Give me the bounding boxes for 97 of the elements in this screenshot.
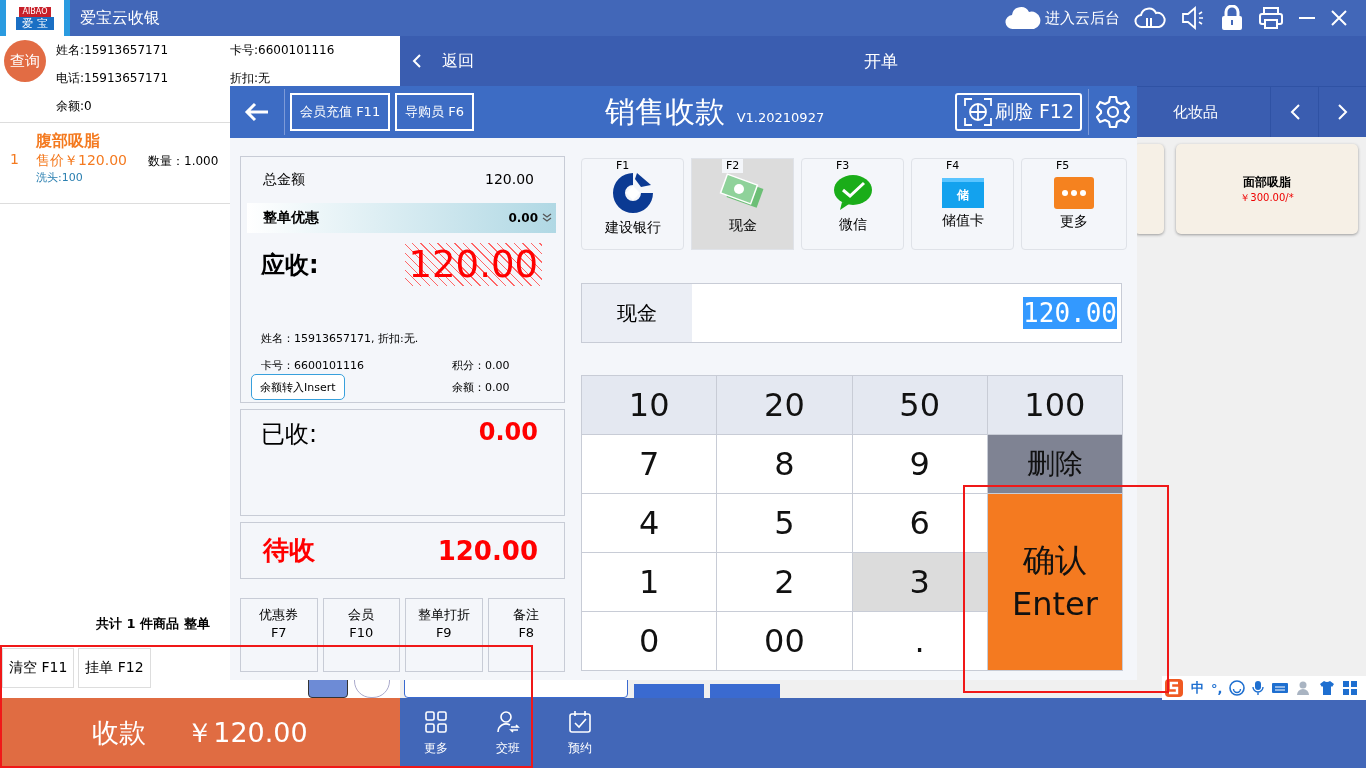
item-number: 1: [9, 150, 20, 169]
number-key[interactable]: 6: [852, 494, 988, 553]
more-nav-item[interactable]: 更多: [400, 698, 472, 768]
member-name: 姓名:15913657171: [56, 41, 170, 59]
settings-icon[interactable]: [1095, 94, 1131, 130]
microphone-icon[interactable]: [1252, 680, 1265, 696]
booking-nav-item[interactable]: 预约: [544, 698, 616, 768]
member-balance: 余额:0: [56, 97, 93, 115]
number-key[interactable]: 4: [582, 494, 718, 553]
card-number: 卡号：6600101116: [261, 357, 364, 373]
dialog-title: 销售收款: [604, 92, 725, 131]
close-icon[interactable]: [1330, 9, 1348, 27]
received-label: 已收:: [261, 419, 318, 450]
punctuation-mode[interactable]: °,: [1211, 680, 1223, 696]
points: 积分：0.00: [452, 357, 511, 373]
cloud-backend-link[interactable]: 进入云后台: [1005, 5, 1120, 31]
chevron-right-icon: [1336, 103, 1349, 121]
chevron-left-icon: [1288, 103, 1301, 121]
app-logo: AIBAO 爱 宝: [0, 0, 70, 36]
page-title: 开单: [864, 49, 898, 73]
item-quantity: 数量：1.000: [148, 153, 219, 170]
total-amount: 120.00: [485, 171, 534, 189]
discount-label: 整单优惠: [263, 209, 320, 227]
number-key[interactable]: 8: [717, 435, 853, 494]
version-label: V1.20210927: [736, 109, 825, 125]
back-arrow-icon: [244, 102, 270, 122]
smiley-icon[interactable]: [1229, 680, 1246, 696]
payment-method[interactable]: F4 储 储值卡: [911, 158, 1014, 250]
payment-method[interactable]: F1 建设银行: [581, 158, 684, 250]
number-key[interactable]: 1: [582, 553, 718, 612]
number-key[interactable]: 00: [717, 612, 853, 671]
amount-key[interactable]: 100: [987, 376, 1123, 435]
confirm-button[interactable]: 确认 Enter: [987, 494, 1123, 671]
amount-key[interactable]: 10: [582, 376, 718, 435]
lock-icon[interactable]: [1220, 5, 1244, 31]
language-mode[interactable]: 中: [1191, 679, 1204, 697]
user-swap-icon: [496, 709, 520, 734]
bank-logo-icon: [610, 171, 655, 215]
action-button[interactable]: 优惠券 F7: [240, 598, 318, 672]
item-note: 洗头:100: [36, 170, 84, 185]
number-key[interactable]: 7: [582, 435, 718, 494]
balance: 余额：0.00: [452, 379, 511, 395]
card-number: 卡号:6600101116: [230, 41, 336, 59]
hold-order-button[interactable]: 挂单 F12: [78, 648, 151, 688]
speaker-icon[interactable]: [1180, 6, 1206, 30]
clear-button[interactable]: 清空 F11: [2, 648, 75, 688]
amount-key[interactable]: 20: [717, 376, 853, 435]
number-key[interactable]: .: [852, 612, 988, 671]
cart-summary: 共计 1 件商品 整单: [96, 615, 210, 633]
member-recharge-button[interactable]: 会员充值 F11: [290, 93, 391, 131]
payment-method[interactable]: F3 微信: [801, 158, 904, 250]
amount-due-label: 应收:: [261, 249, 319, 281]
input-method-logo-icon[interactable]: [1164, 678, 1184, 698]
chevron-left-icon: [412, 53, 422, 69]
order-discount-bar[interactable]: 整单优惠 0.00: [247, 203, 556, 233]
more-dots-icon: [1054, 177, 1094, 209]
number-key[interactable]: 5: [717, 494, 853, 553]
member-info: 姓名：15913657171, 折扣:无.: [260, 331, 420, 346]
action-button[interactable]: 整单打折 F9: [405, 598, 483, 672]
number-key[interactable]: 3: [852, 553, 988, 612]
face-scan-icon: [962, 97, 993, 127]
member-phone: 电话:15913657171: [56, 69, 170, 87]
amount-key[interactable]: 50: [852, 376, 988, 435]
shift-nav-item[interactable]: 交班: [472, 698, 544, 768]
member-discount: 折扣:无: [230, 69, 272, 87]
number-key[interactable]: 9: [852, 435, 988, 494]
payment-method[interactable]: F2 现金: [691, 158, 794, 250]
printer-icon[interactable]: [1258, 6, 1284, 30]
action-button[interactable]: 会员 F10: [322, 598, 400, 672]
app-title: 爱宝云收银: [80, 7, 160, 29]
payment-method[interactable]: F5 更多: [1021, 158, 1127, 250]
cloud-sync-icon[interactable]: [1134, 5, 1166, 31]
pending-amount: 120.00: [437, 535, 538, 566]
keyboard-icon[interactable]: [1271, 681, 1290, 695]
chevron-down-icon: [542, 213, 552, 223]
received-amount: 0.00: [478, 418, 538, 446]
delete-key[interactable]: 删除: [987, 435, 1123, 494]
face-pay-button[interactable]: 刷脸 F12: [954, 93, 1082, 131]
item-price: 售价￥120.00: [36, 152, 128, 170]
shirt-icon[interactable]: [1319, 680, 1336, 696]
pending-label: 待收: [263, 534, 315, 567]
chat-check-icon: [831, 174, 874, 212]
back-button[interactable]: 返回: [412, 50, 474, 72]
shopping-guide-button[interactable]: 导购员 F6: [395, 93, 475, 131]
discount-amount: 0.00: [508, 211, 538, 225]
calendar-check-icon: [568, 709, 592, 734]
cloud-icon: [1005, 5, 1041, 31]
total-label: 总金额: [263, 171, 305, 189]
grid-icon: [424, 709, 448, 734]
product-card[interactable]: 面部吸脂 ￥300.00/*: [1176, 144, 1358, 234]
number-key[interactable]: 2: [717, 553, 853, 612]
number-key[interactable]: 0: [582, 612, 718, 671]
action-button[interactable]: 备注 F8: [487, 598, 565, 672]
item-name: 腹部吸脂: [36, 131, 101, 152]
grid-icon[interactable]: [1342, 680, 1359, 696]
stored-value-card-icon: 储: [941, 178, 984, 208]
balance-transfer-button[interactable]: 余额转入Insert: [251, 374, 345, 400]
